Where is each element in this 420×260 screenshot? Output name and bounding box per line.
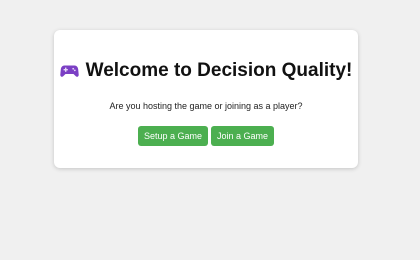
welcome-card: Welcome to Decision Quality! Are you hos…	[54, 30, 358, 168]
title-text: Welcome to Decision Quality!	[85, 60, 353, 81]
gamepad-icon	[59, 64, 79, 78]
role-prompt: Are you hosting the game or joining as a…	[109, 101, 303, 111]
action-buttons: Setup a Game Join a Game	[54, 126, 358, 146]
page-title: Welcome to Decision Quality!	[54, 59, 358, 83]
setup-game-button[interactable]: Setup a Game	[137, 126, 208, 146]
join-game-button[interactable]: Join a Game	[211, 126, 275, 146]
